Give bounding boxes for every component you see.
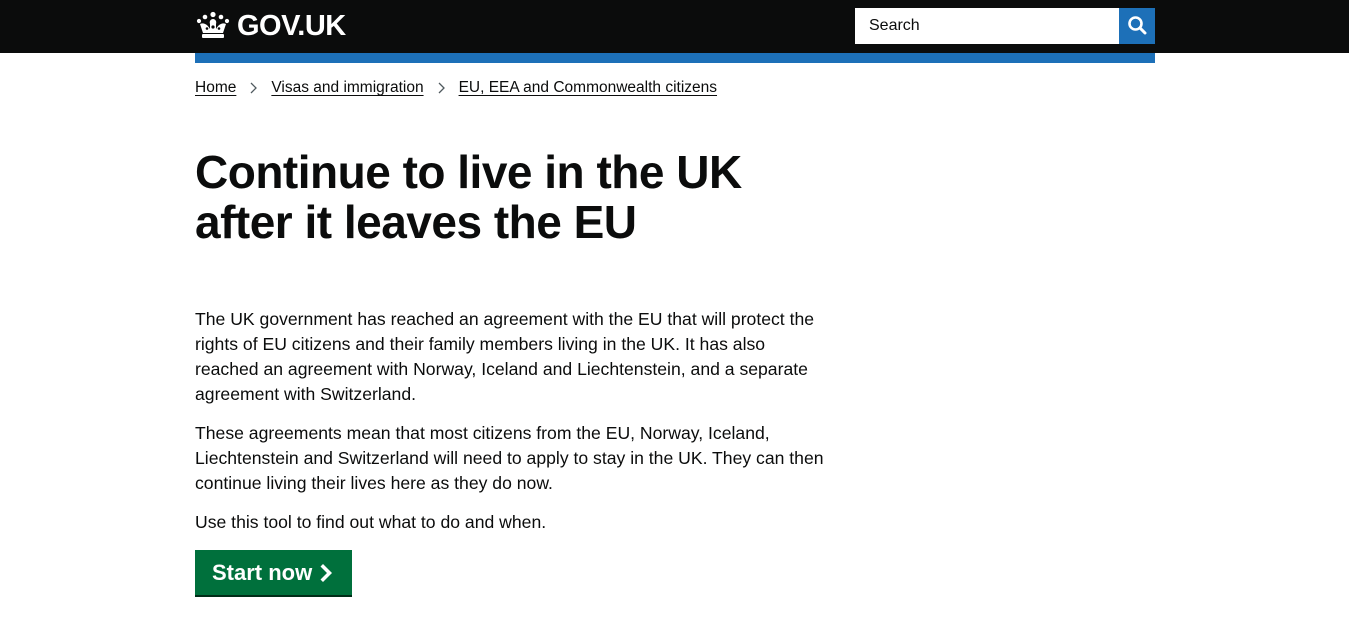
chevron-right-icon	[435, 81, 449, 95]
intro-paragraph-1: The UK government has reached an agreeme…	[195, 309, 815, 404]
breadcrumb-home[interactable]: Home	[195, 78, 236, 98]
breadcrumb: Home Visas and immigration EU, EEA and C…	[195, 78, 717, 98]
breadcrumb-eu-eea-commonwealth[interactable]: EU, EEA and Commonwealth citizens	[459, 78, 717, 98]
site-search	[855, 8, 1155, 44]
chevron-right-icon	[312, 563, 337, 583]
page-title: Continue to live in the UK after it leav…	[195, 146, 742, 248]
intro-paragraph-2: These agreements mean that most citizens…	[195, 423, 824, 493]
govuk-logo-link[interactable]: GOV.UK	[195, 10, 346, 42]
search-input[interactable]	[855, 8, 1119, 44]
intro-paragraph-3: Use this tool to find out what to do and…	[195, 512, 547, 532]
chevron-right-icon	[247, 81, 261, 95]
header-blue-bar	[195, 53, 1155, 63]
govuk-logo-text: GOV.UK	[237, 10, 346, 42]
crown-icon	[195, 11, 231, 41]
site-header: GOV.UK	[0, 0, 1349, 53]
start-now-button[interactable]: Start now	[195, 550, 353, 595]
search-button[interactable]	[1119, 8, 1155, 44]
breadcrumb-visas-and-immigration[interactable]: Visas and immigration	[271, 78, 423, 98]
start-button-label: Start now	[212, 559, 313, 585]
search-icon	[1127, 15, 1147, 38]
